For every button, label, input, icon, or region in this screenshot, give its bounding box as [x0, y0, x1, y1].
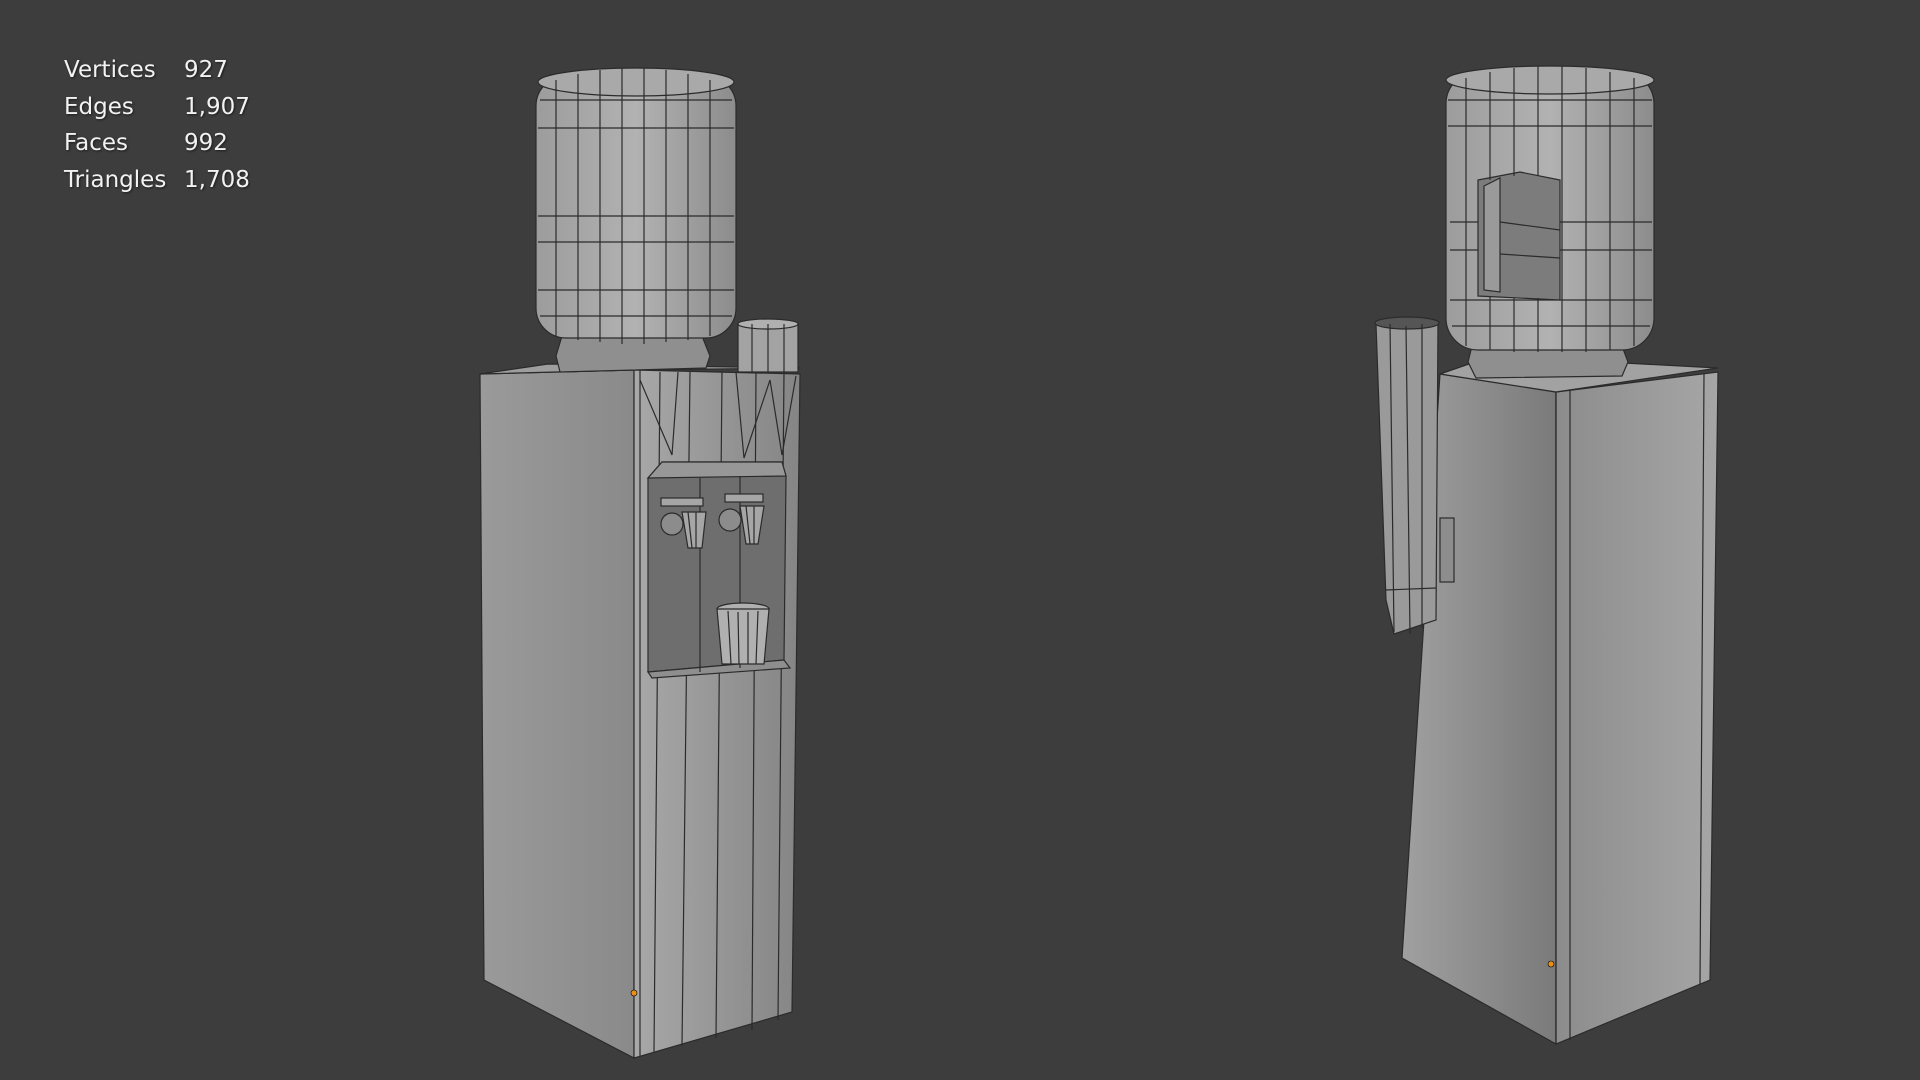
- water-bottle: [535, 67, 737, 373]
- stat-label: Faces: [64, 130, 128, 157]
- 3d-viewport[interactable]: Vertices 927 Edges 1,907 Faces 992 Trian…: [0, 0, 1920, 1080]
- stat-value: 927: [184, 57, 228, 83]
- water-cooler-front-view[interactable]: [479, 67, 801, 1059]
- stat-value: 1,907: [184, 93, 250, 120]
- stat-row-vertices: Vertices 927: [64, 52, 250, 89]
- stat-label: Vertices: [64, 57, 156, 83]
- stat-label: Triangles: [64, 166, 167, 193]
- object-origin-marker: [1547, 960, 1555, 968]
- cabinet-side-face: [1555, 371, 1719, 1045]
- scene-statistics-overlay: Vertices 927 Edges 1,907 Faces 992 Trian…: [64, 52, 250, 198]
- stat-value: 1,708: [184, 166, 250, 193]
- stat-row-triangles: Triangles 1,708: [64, 162, 250, 199]
- water-cooler-back-view[interactable]: [1374, 65, 1719, 1046]
- stat-label: Edges: [64, 93, 134, 120]
- object-origin-marker: [630, 989, 638, 997]
- dispenser-recess: [646, 461, 792, 679]
- stat-row-faces: Faces 992: [64, 125, 250, 162]
- water-bottle: [1445, 65, 1655, 379]
- stat-value: 992: [184, 130, 228, 157]
- cabinet-side-face: [479, 369, 635, 1059]
- viewport-canvas[interactable]: [0, 0, 1920, 1080]
- stat-row-edges: Edges 1,907: [64, 89, 250, 126]
- cup: [716, 602, 770, 665]
- cup-holder-tube: [737, 318, 799, 373]
